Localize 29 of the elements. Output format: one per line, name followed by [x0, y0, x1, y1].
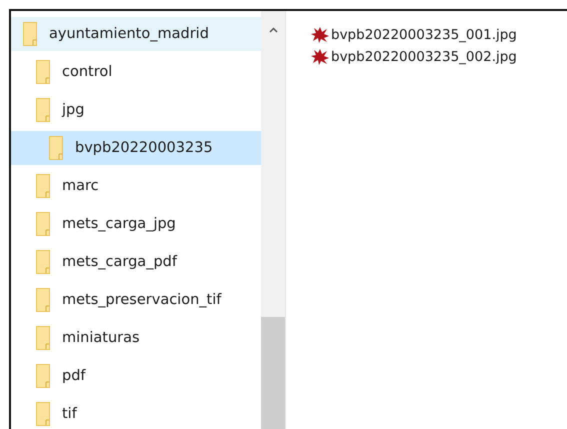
folder-icon: [36, 98, 50, 122]
folder-icon: [23, 22, 37, 46]
image-file-icon: [311, 49, 329, 65]
folder-icon: [36, 250, 50, 274]
folder-icon: [36, 288, 50, 312]
folder-icon: [36, 174, 50, 198]
folder-icon: [36, 326, 50, 350]
tree-item[interactable]: pdf: [11, 359, 261, 393]
folder-icon: [36, 212, 50, 236]
folder-icon: [36, 364, 50, 388]
file-item[interactable]: bvpb20220003235_002.jpg: [311, 46, 567, 68]
folder-icon: [36, 60, 50, 84]
file-item[interactable]: bvpb20220003235_001.jpg: [311, 24, 567, 46]
tree-item[interactable]: miniaturas: [11, 321, 261, 355]
image-file-icon: [311, 27, 329, 43]
tree-item[interactable]: control: [11, 55, 261, 89]
scrollbar-thumb[interactable]: [261, 317, 285, 429]
tree-item[interactable]: ayuntamiento_madrid: [11, 17, 261, 51]
folder-icon: [36, 402, 50, 426]
tree-item[interactable]: jpg: [11, 93, 261, 127]
folder-icon: [49, 136, 63, 160]
tree-item[interactable]: marc: [11, 169, 261, 203]
tree-item[interactable]: tif: [11, 397, 261, 429]
tree-item[interactable]: mets_carga_jpg: [11, 207, 261, 241]
scrollbar[interactable]: [261, 11, 285, 429]
tree-item[interactable]: bvpb20220003235: [11, 131, 261, 165]
tree-item[interactable]: mets_preservacion_tif: [11, 283, 261, 317]
tree-item[interactable]: mets_carga_pdf: [11, 245, 261, 279]
scroll-up-icon[interactable]: [268, 27, 278, 33]
